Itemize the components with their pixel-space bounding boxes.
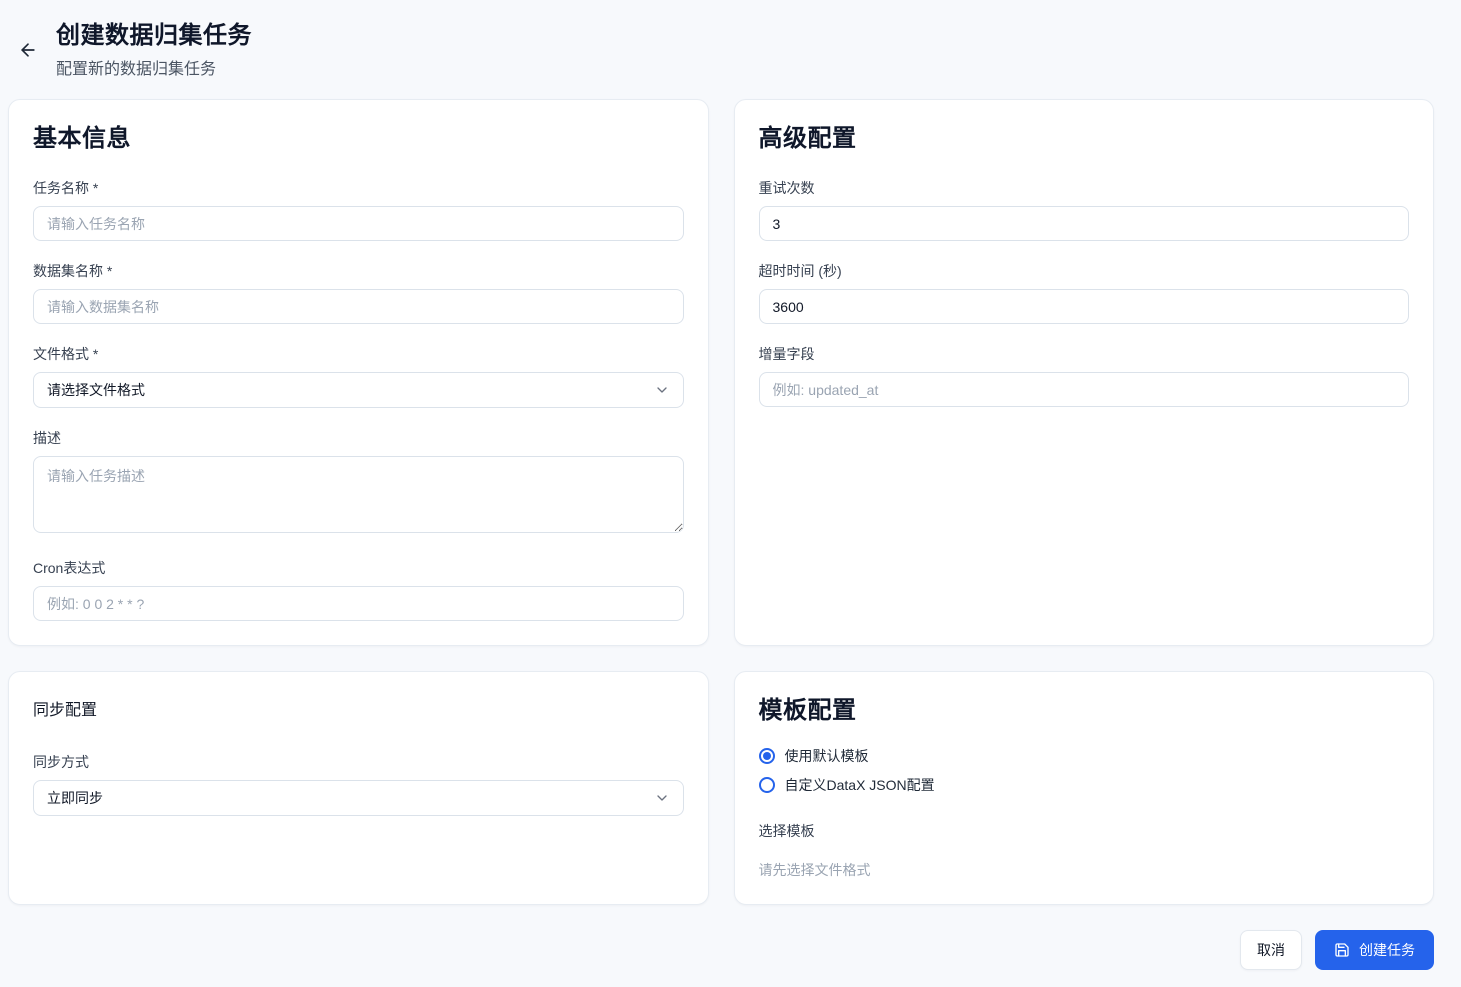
- dataset-name-input[interactable]: [33, 289, 684, 324]
- timeout-input[interactable]: [759, 289, 1410, 324]
- retry-count-input[interactable]: [759, 206, 1410, 241]
- page-header: 创建数据归集任务 配置新的数据归集任务: [0, 0, 1461, 79]
- radio-icon[interactable]: [759, 748, 775, 764]
- page-title: 创建数据归集任务: [56, 21, 252, 51]
- radio-option-default-template[interactable]: 使用默认模板: [759, 746, 1410, 766]
- sync-method-select[interactable]: 立即同步: [33, 780, 684, 816]
- sync-method-field: 同步方式 立即同步: [33, 754, 684, 816]
- sync-config-title: 同步配置: [33, 701, 684, 721]
- timeout-field: 超时时间 (秒): [759, 263, 1410, 324]
- chevron-down-icon: [654, 790, 670, 806]
- cron-field: Cron表达式: [33, 560, 684, 621]
- footer-actions: 取消 创建任务: [0, 930, 1434, 970]
- form-row-top: 基本信息 任务名称 * 数据集名称 * 文件格式 * 请选择文件格式 描述 Cr…: [0, 79, 1461, 646]
- retry-count-field: 重试次数: [759, 180, 1410, 241]
- file-format-select[interactable]: 请选择文件格式: [33, 372, 684, 408]
- save-icon: [1334, 942, 1350, 958]
- dataset-name-field: 数据集名称 *: [33, 263, 684, 324]
- sync-method-value: 立即同步: [47, 788, 103, 808]
- incremental-field-label: 增量字段: [759, 346, 1410, 363]
- card-basic-info: 基本信息 任务名称 * 数据集名称 * 文件格式 * 请选择文件格式 描述 Cr…: [8, 99, 709, 646]
- file-format-field: 文件格式 * 请选择文件格式: [33, 346, 684, 408]
- sync-method-label: 同步方式: [33, 754, 684, 771]
- radio-option-label: 使用默认模板: [785, 746, 869, 766]
- task-name-label: 任务名称 *: [33, 180, 684, 197]
- radio-option-label: 自定义DataX JSON配置: [785, 775, 935, 795]
- basic-info-title: 基本信息: [33, 124, 684, 154]
- form-row-bottom: 同步配置 同步方式 立即同步 模板配置 使用默认模板 自定义DataX JSON…: [0, 646, 1461, 905]
- advanced-config-title: 高级配置: [759, 124, 1410, 154]
- task-name-field: 任务名称 *: [33, 180, 684, 241]
- back-button[interactable]: [14, 36, 42, 64]
- incremental-field: 增量字段: [759, 346, 1410, 407]
- task-name-input[interactable]: [33, 206, 684, 241]
- template-mode-radio-group: 使用默认模板 自定义DataX JSON配置: [759, 746, 1410, 795]
- card-template-config: 模板配置 使用默认模板 自定义DataX JSON配置 选择模板 请先选择文件格…: [734, 671, 1435, 905]
- dataset-name-label: 数据集名称 *: [33, 263, 684, 280]
- radio-option-custom-datax[interactable]: 自定义DataX JSON配置: [759, 775, 1410, 795]
- card-advanced-config: 高级配置 重试次数 超时时间 (秒) 增量字段: [734, 99, 1435, 646]
- template-hint-text: 请先选择文件格式: [759, 860, 1410, 880]
- create-task-label: 创建任务: [1359, 940, 1415, 960]
- select-template-field: 选择模板 请先选择文件格式: [759, 823, 1410, 880]
- create-task-button[interactable]: 创建任务: [1315, 930, 1434, 970]
- timeout-label: 超时时间 (秒): [759, 263, 1410, 280]
- card-sync-config: 同步配置 同步方式 立即同步: [8, 671, 709, 905]
- cron-label: Cron表达式: [33, 560, 684, 577]
- file-format-label: 文件格式 *: [33, 346, 684, 363]
- radio-icon[interactable]: [759, 777, 775, 793]
- template-config-title: 模板配置: [759, 696, 1410, 726]
- page-subtitle: 配置新的数据归集任务: [56, 55, 252, 79]
- incremental-field-input[interactable]: [759, 372, 1410, 407]
- description-field: 描述: [33, 430, 684, 538]
- arrow-left-icon: [18, 40, 38, 60]
- description-label: 描述: [33, 430, 684, 447]
- retry-count-label: 重试次数: [759, 180, 1410, 197]
- cron-input[interactable]: [33, 586, 684, 621]
- description-textarea[interactable]: [33, 456, 684, 533]
- cancel-button[interactable]: 取消: [1240, 930, 1302, 970]
- file-format-value: 请选择文件格式: [47, 380, 145, 400]
- chevron-down-icon: [654, 382, 670, 398]
- select-template-label: 选择模板: [759, 823, 1410, 840]
